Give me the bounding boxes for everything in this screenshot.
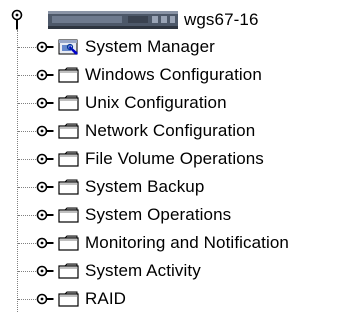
- folder-icon: [58, 67, 79, 83]
- tree-item-label: Monitoring and Notification: [85, 233, 289, 252]
- expand-toggle-icon[interactable]: [36, 152, 54, 166]
- tree-item-label: System Manager: [85, 37, 215, 56]
- tree-item-label: Windows Configuration: [85, 65, 262, 84]
- expand-toggle-icon[interactable]: [36, 208, 54, 222]
- tree-root-node[interactable]: wgs67-16: [10, 8, 259, 32]
- tree-item-system-backup[interactable]: System Backup: [17, 174, 205, 200]
- tree-item-unix-configuration[interactable]: Unix Configuration: [18, 90, 227, 116]
- expand-toggle-icon[interactable]: [36, 68, 54, 82]
- expand-toggle-icon[interactable]: [36, 236, 54, 250]
- tree-item-label: RAID: [85, 289, 127, 308]
- folder-icon: [58, 207, 79, 223]
- folder-icon: [58, 291, 79, 307]
- tree-item-network-configuration[interactable]: Network Configuration: [17, 118, 256, 144]
- expand-toggle-icon[interactable]: [36, 180, 54, 194]
- tree-item-label: Unix Configuration: [85, 93, 227, 112]
- expand-toggle-icon[interactable]: [36, 264, 54, 278]
- tree-item-system-activity[interactable]: System Activity: [18, 258, 201, 284]
- server-icon: [48, 11, 178, 29]
- tree-item-system-operations[interactable]: System Operations: [17, 202, 232, 228]
- tree-connector-line: [17, 30, 18, 312]
- expand-toggle-icon[interactable]: [36, 292, 54, 306]
- tree-item-label: System Backup: [85, 177, 205, 196]
- tree-item-raid[interactable]: RAID: [17, 286, 127, 312]
- tree-item-windows-configuration[interactable]: Windows Configuration: [18, 62, 262, 88]
- tree-item-label: System Activity: [85, 261, 201, 280]
- folder-icon: [58, 95, 79, 111]
- collapse-handle-icon[interactable]: [10, 9, 26, 31]
- system-manager-icon: [58, 39, 78, 55]
- expand-toggle-icon[interactable]: [36, 96, 54, 110]
- expand-toggle-icon[interactable]: [36, 124, 54, 138]
- tree-item-system-manager[interactable]: System Manager: [18, 34, 215, 60]
- folder-icon: [58, 179, 79, 195]
- tree-item-file-volume-operations[interactable]: File Volume Operations: [18, 146, 264, 172]
- tree-item-monitoring-and-notification[interactable]: Monitoring and Notification: [18, 230, 289, 256]
- tree-item-label: File Volume Operations: [85, 149, 264, 168]
- folder-icon: [58, 123, 79, 139]
- tree-item-label: Network Configuration: [85, 121, 256, 140]
- expand-toggle-icon[interactable]: [36, 40, 54, 54]
- root-node-label: wgs67-16: [184, 10, 259, 29]
- tree-item-label: System Operations: [85, 205, 232, 224]
- folder-icon: [58, 235, 79, 251]
- folder-icon: [58, 151, 79, 167]
- folder-icon: [58, 263, 79, 279]
